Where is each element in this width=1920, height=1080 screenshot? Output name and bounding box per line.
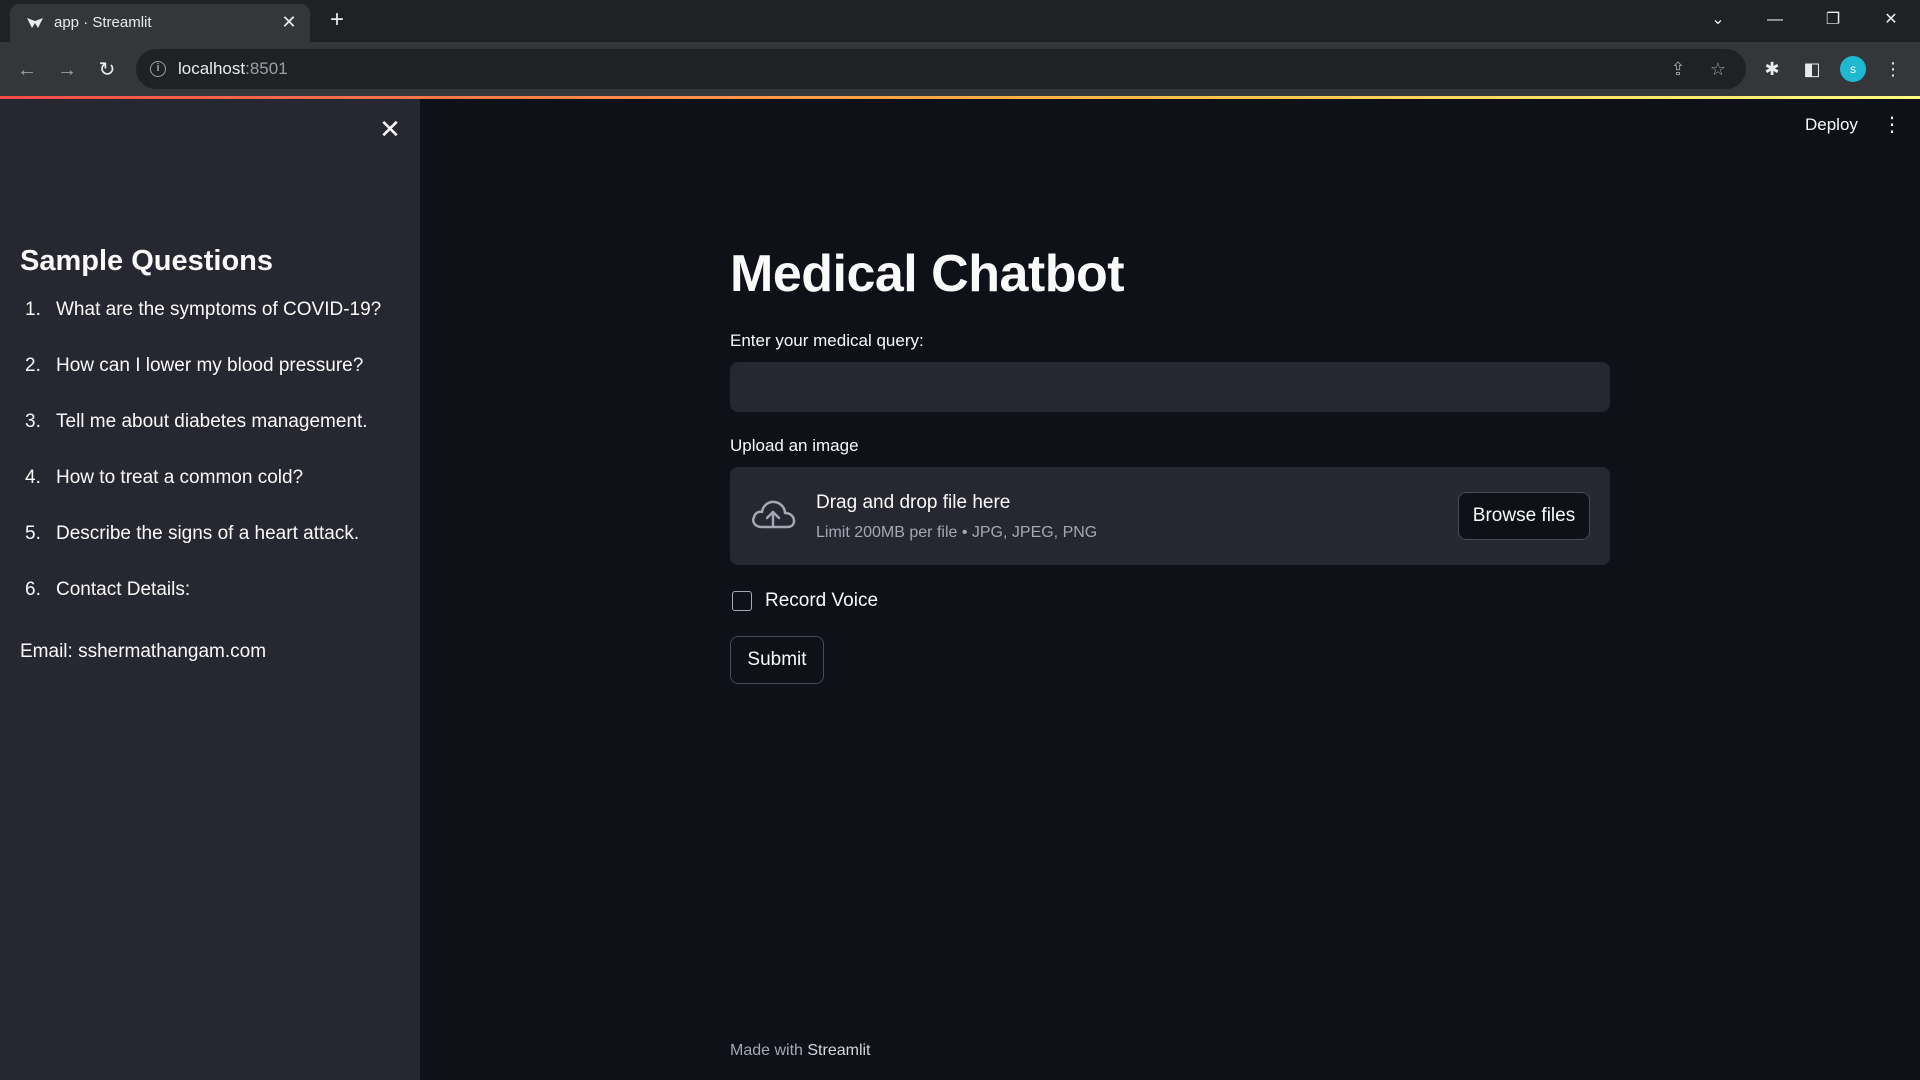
extensions-icon[interactable]: ✱ — [1758, 55, 1786, 83]
sample-questions-list: 1. What are the symptoms of COVID-19? 2. H… — [20, 299, 400, 635]
list-number: 4. — [25, 467, 41, 488]
url-text: localhost:8501 — [178, 59, 288, 79]
file-dropzone[interactable]: Drag and drop file here Limit 200MB per … — [730, 467, 1610, 565]
url-port: :8501 — [245, 59, 288, 78]
upload-label: Upload an image — [730, 436, 859, 455]
list-number: 3. — [25, 411, 41, 432]
page-title: Medical Chatbot — [730, 245, 1125, 303]
tab-search-icon[interactable]: ⌄ — [1700, 6, 1736, 34]
streamlit-link[interactable]: Streamlit — [807, 1042, 870, 1059]
list-number: 5. — [25, 523, 41, 544]
share-icon[interactable]: ⇪ — [1666, 57, 1690, 81]
site-info-icon[interactable]: i — [150, 61, 166, 77]
query-label: Enter your medical query: — [730, 331, 924, 350]
file-limit-text: Limit 200MB per file • JPG, JPEG, PNG — [816, 524, 1098, 541]
streamlit-favicon-icon — [27, 18, 43, 28]
sidebar: ✕ Sample Questions 1. What are the sympto… — [0, 99, 420, 1080]
question-text: How can I lower my blood pressure? — [56, 355, 364, 376]
sidebar-close-icon[interactable]: ✕ — [376, 115, 404, 143]
browser-toolbar: ← → ↻ i localhost:8501 ⇪ ☆ ✱ ◧ s ⋮ — [0, 42, 1920, 96]
tab-title: app · Streamlit — [54, 14, 152, 31]
list-item: 6. Contact Details: — [20, 579, 400, 635]
profile-avatar[interactable]: s — [1840, 56, 1866, 82]
back-icon[interactable]: ← — [13, 56, 41, 84]
question-text: What are the symptoms of COVID-19? — [56, 299, 382, 320]
side-panel-icon[interactable]: ◧ — [1798, 55, 1826, 83]
list-item: 4. How to treat a common cold? — [20, 467, 400, 523]
list-number: 2. — [25, 355, 41, 376]
new-tab-icon[interactable]: + — [325, 8, 349, 33]
browser-tab[interactable]: app · Streamlit ✕ — [10, 4, 310, 42]
list-number: 6. — [25, 579, 41, 600]
minimize-icon[interactable]: — — [1757, 6, 1793, 34]
record-voice-checkbox[interactable] — [732, 591, 752, 611]
app-menu-icon[interactable]: ⋮ — [1882, 113, 1902, 137]
reload-icon[interactable]: ↻ — [93, 56, 121, 84]
cloud-upload-icon — [752, 500, 796, 529]
list-item: 3. Tell me about diabetes management. — [20, 411, 400, 467]
record-voice-label[interactable]: Record Voice — [765, 590, 878, 612]
browser-menu-icon[interactable]: ⋮ — [1879, 55, 1907, 83]
sidebar-title: Sample Questions — [20, 245, 274, 277]
window-close-icon[interactable]: ✕ — [1873, 6, 1909, 34]
restore-icon[interactable]: ❐ — [1815, 6, 1851, 34]
bookmark-star-icon[interactable]: ☆ — [1706, 57, 1730, 81]
submit-button[interactable]: Submit — [730, 636, 824, 684]
browse-files-button[interactable]: Browse files — [1458, 492, 1590, 540]
question-text: Describe the signs of a heart attack. — [56, 523, 360, 544]
main-content: Deploy ⋮ Medical Chatbot Enter your medi… — [420, 99, 1920, 1080]
browser-tabbar: app · Streamlit ✕ + ⌄ — ❐ ✕ — [0, 0, 1920, 42]
list-item: 1. What are the symptoms of COVID-19? — [20, 299, 400, 355]
url-host: localhost — [178, 59, 246, 78]
question-text: How to treat a common cold? — [56, 467, 304, 488]
footer-prefix: Made with — [730, 1042, 803, 1059]
forward-icon[interactable]: → — [53, 56, 81, 84]
medical-query-input[interactable] — [730, 362, 1610, 412]
drop-instructions: Drag and drop file here — [816, 492, 1011, 513]
contact-email: Email: sshermathangam.com — [20, 641, 267, 662]
list-item: 2. How can I lower my blood pressure? — [20, 355, 400, 411]
list-number: 1. — [25, 299, 41, 320]
list-item: 5. Describe the signs of a heart attack. — [20, 523, 400, 579]
footer: Made with Streamlit — [730, 1042, 871, 1060]
address-bar[interactable]: i localhost:8501 ⇪ ☆ — [136, 49, 1746, 89]
tab-close-icon[interactable]: ✕ — [278, 11, 300, 33]
question-text: Tell me about diabetes management. — [56, 411, 368, 432]
question-text: Contact Details: — [56, 579, 191, 600]
deploy-button[interactable]: Deploy — [1805, 115, 1858, 135]
